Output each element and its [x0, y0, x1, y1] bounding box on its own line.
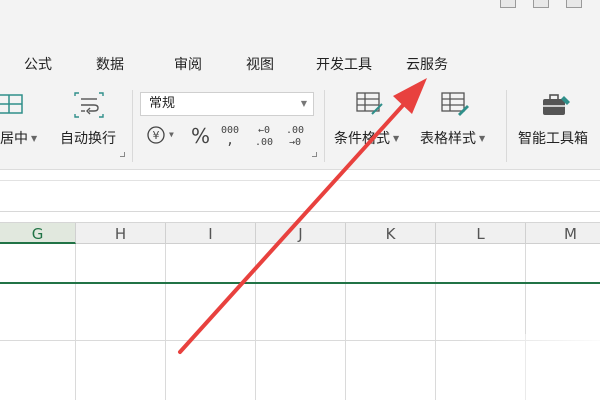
- menu-bar: 公式 数据 审阅 视图 开发工具 云服务: [0, 34, 600, 84]
- chevron-down-icon: ▼: [300, 99, 307, 108]
- tab-data[interactable]: 数据: [96, 54, 124, 74]
- ribbon-separator: [324, 90, 325, 162]
- group-launcher-icon[interactable]: [312, 152, 317, 157]
- decrease-decimal-bottom: →0: [289, 137, 302, 148]
- tab-cloud-services[interactable]: 云服务: [406, 54, 448, 74]
- currency-icon: ¥: [147, 125, 165, 144]
- column-header-g[interactable]: G: [0, 223, 76, 244]
- window-button-icon[interactable]: [533, 0, 549, 8]
- decrease-decimal-top: .00: [286, 125, 305, 136]
- formula-bar[interactable]: [0, 180, 600, 212]
- window-button-icon[interactable]: [566, 0, 582, 8]
- percent-button[interactable]: %: [191, 124, 210, 148]
- tab-review[interactable]: 审阅: [174, 54, 202, 74]
- toolbox-icon[interactable]: [540, 92, 572, 118]
- caret-down-icon: ▼: [31, 134, 38, 143]
- conditional-format-button[interactable]: 条件格式 ▼: [334, 128, 399, 148]
- increase-decimal-bottom: .00: [255, 137, 274, 148]
- grid-fade: [460, 334, 600, 400]
- caret-down-icon: ▼: [169, 130, 174, 139]
- caret-down-icon: ▼: [393, 134, 400, 143]
- tab-view[interactable]: 视图: [246, 54, 274, 74]
- column-header-i[interactable]: I: [166, 223, 256, 244]
- group-launcher-icon[interactable]: [120, 152, 125, 157]
- ribbon-separator: [132, 90, 133, 162]
- merge-center-label: 居中: [0, 131, 28, 147]
- window-button-icon[interactable]: [500, 0, 516, 8]
- tab-formulas[interactable]: 公式: [24, 54, 52, 74]
- conditional-format-label: 条件格式: [334, 131, 390, 147]
- ribbon-separator: [506, 90, 507, 162]
- column-header-h[interactable]: H: [76, 223, 166, 244]
- grid-line: [345, 244, 346, 400]
- tab-developer[interactable]: 开发工具: [316, 54, 372, 74]
- wrap-text-icon[interactable]: [74, 92, 104, 118]
- cell-grid[interactable]: [0, 244, 600, 400]
- decrease-decimal-button[interactable]: .00 →0: [286, 126, 304, 148]
- currency-button[interactable]: ¥ ▼: [146, 124, 174, 145]
- grid-line: [435, 244, 436, 400]
- increase-decimal-top: ←0: [258, 125, 271, 136]
- table-style-label: 表格样式: [420, 131, 476, 147]
- increase-decimal-button[interactable]: ←0 .00: [255, 126, 273, 148]
- ribbon: 居中 ▼ 自动换行 常规 ▼ ¥ ▼ % 000 , ←0 .00 .00 →0…: [0, 84, 600, 170]
- selected-row-border: [0, 282, 600, 284]
- wrap-text-button[interactable]: 自动换行: [60, 128, 116, 148]
- merge-center-button[interactable]: 居中 ▼: [0, 128, 37, 148]
- thousands-bottom: ,: [226, 133, 234, 148]
- title-strip: [0, 0, 600, 34]
- grid-line: [165, 244, 166, 400]
- column-headers: G H I J K L M: [0, 222, 600, 244]
- caret-down-icon: ▼: [479, 134, 486, 143]
- table-style-button[interactable]: 表格样式 ▼: [420, 128, 485, 148]
- grid-line: [255, 244, 256, 400]
- column-header-l[interactable]: L: [436, 223, 526, 244]
- svg-text:¥: ¥: [153, 129, 160, 142]
- grid-line: [75, 244, 76, 400]
- spreadsheet-app: 公式 数据 审阅 视图 开发工具 云服务 居中 ▼ 自动换行 常规 ▼ ¥ ▼ …: [0, 0, 600, 400]
- number-format-select[interactable]: 常规 ▼: [140, 92, 314, 116]
- number-format-value: 常规: [149, 96, 176, 111]
- conditional-format-icon[interactable]: [355, 90, 385, 118]
- table-style-icon[interactable]: [440, 90, 470, 118]
- column-header-k[interactable]: K: [346, 223, 436, 244]
- column-header-j[interactable]: J: [256, 223, 346, 244]
- merge-center-icon[interactable]: [0, 92, 26, 116]
- smart-toolbox-button[interactable]: 智能工具箱: [518, 128, 588, 148]
- column-header-m[interactable]: M: [526, 223, 600, 244]
- thousands-separator-button[interactable]: 000 ,: [221, 126, 239, 148]
